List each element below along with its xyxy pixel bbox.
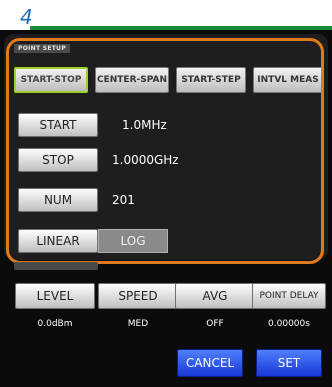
point-delay-button[interactable]: POINT DELAY	[252, 283, 326, 309]
point-delay-value: 0.00000s	[268, 319, 310, 329]
highlight-frame	[6, 38, 324, 264]
cancel-button[interactable]: CANCEL	[177, 349, 243, 377]
avg-value: OFF	[206, 319, 224, 329]
speed-button[interactable]: SPEED	[98, 283, 178, 309]
lower-section-label	[14, 262, 98, 270]
avg-button[interactable]: AVG	[175, 283, 255, 309]
level-button[interactable]: LEVEL	[15, 283, 95, 309]
level-value: 0.0dBm	[37, 319, 73, 329]
speed-value: MED	[127, 319, 149, 329]
set-button[interactable]: SET	[256, 349, 322, 377]
step-number: 4	[20, 5, 33, 29]
